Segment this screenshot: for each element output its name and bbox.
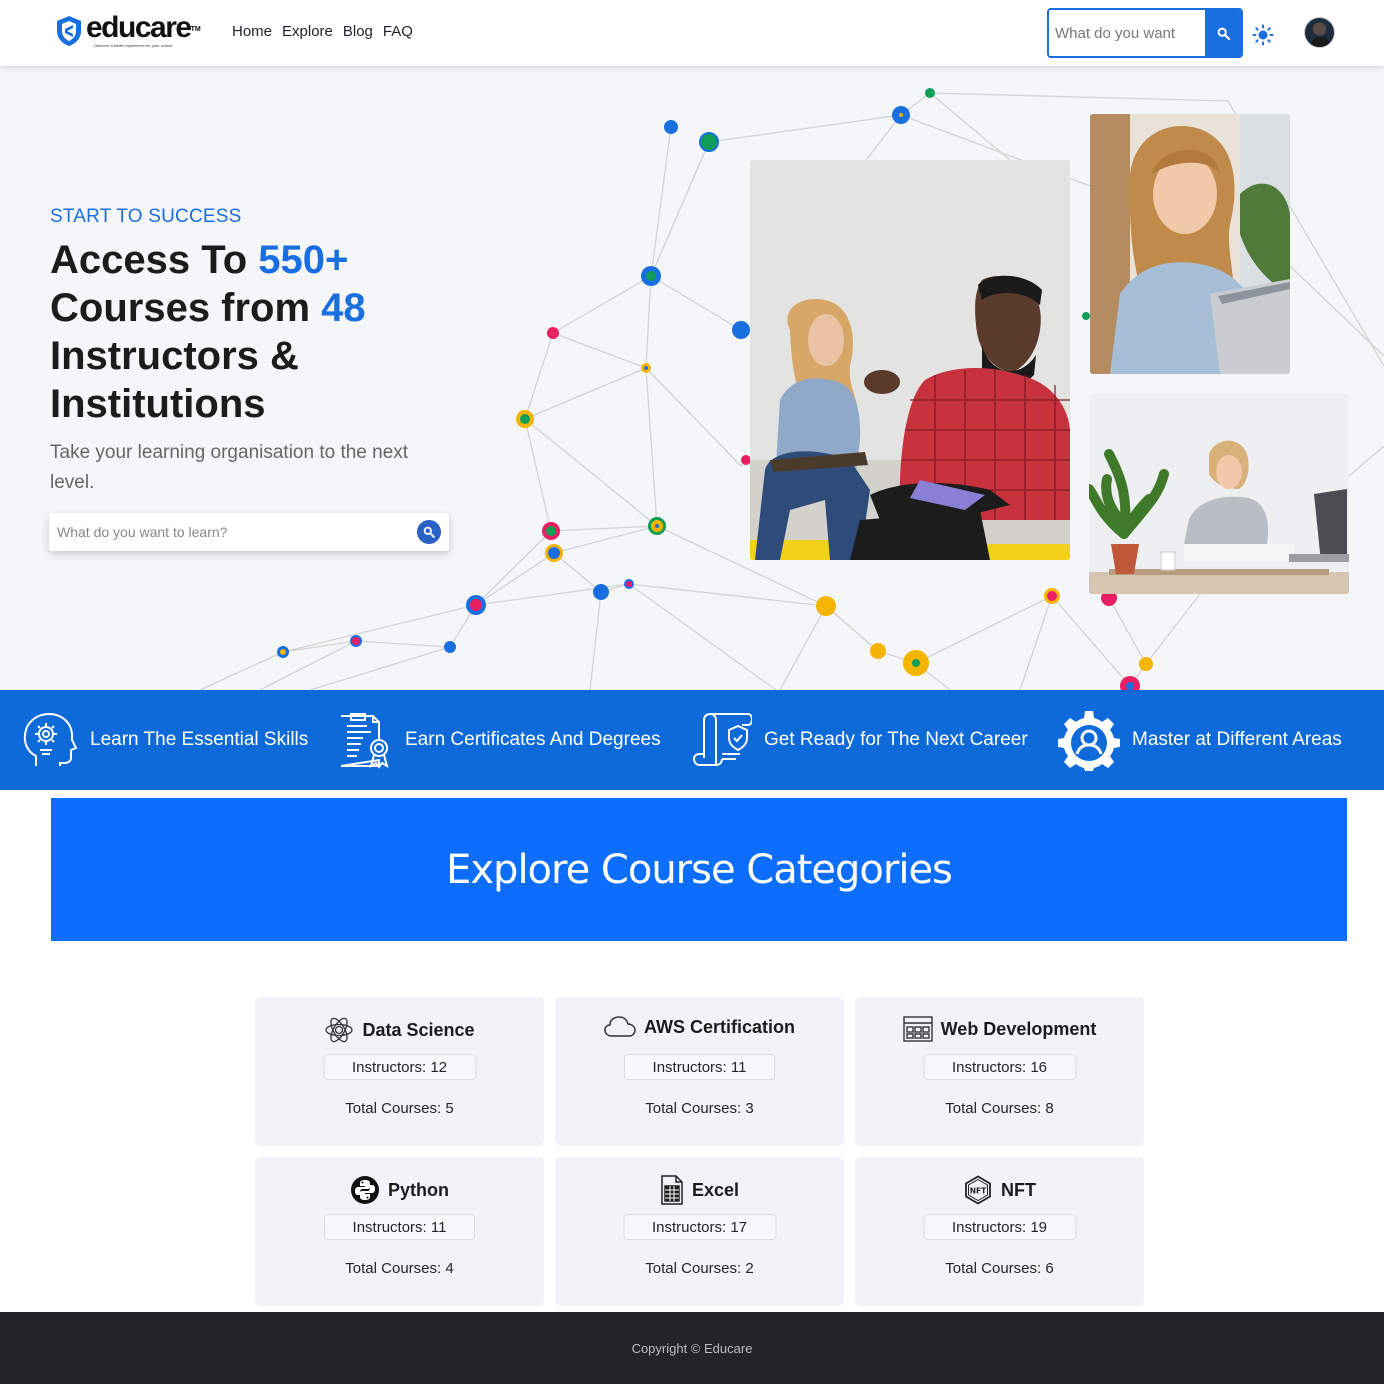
category-total-courses: Total Courses: 4 [345, 1260, 454, 1277]
hero-title-text-2: Courses from [50, 286, 322, 330]
feature-label-master: Master at Different Areas [1132, 729, 1342, 750]
shield-logo-icon [57, 16, 81, 46]
category-card-data-science[interactable]: Data Science Instructors: 12 Total Cours… [255, 997, 544, 1146]
sun-icon[interactable] [1252, 24, 1274, 46]
nav-search-form [1047, 8, 1243, 58]
hero-course-count: 550+ [258, 238, 349, 282]
category-card-nft[interactable]: NFT NFT Instructors: 19 Total Courses: 6 [855, 1157, 1144, 1306]
head-gear-icon [23, 712, 78, 766]
hero-photo-writing-student [1089, 394, 1349, 594]
hero-search-input[interactable] [49, 513, 417, 551]
hero-subtitle: Take your learning organisation to the n… [50, 442, 409, 493]
categories-heading: Explore Course Categories [446, 846, 953, 893]
category-title: Excel [691, 1179, 740, 1200]
nav-link-faq[interactable]: FAQ [383, 23, 413, 40]
nav-link-home[interactable]: Home [232, 23, 272, 40]
feature-label-learn: Learn The Essential Skills [90, 729, 309, 750]
category-card-python[interactable]: Python Instructors: 11 Total Courses: 4 [255, 1157, 544, 1306]
category-card-web-development[interactable]: Web Development Instructors: 16 Total Co… [855, 997, 1144, 1146]
nav-link-explore[interactable]: Explore [282, 23, 333, 40]
hero-search-form [49, 513, 449, 551]
nav-search-button[interactable] [1205, 10, 1241, 56]
feature-earn-certificates: Earn Certificates And Degrees [333, 690, 661, 790]
hero-title-text-3: Instructors & Institutions [50, 334, 299, 426]
category-instructors-badge: Instructors: 12 [322, 1054, 477, 1080]
category-instructors-badge: Instructors: 17 [622, 1214, 777, 1240]
category-total-courses: Total Courses: 6 [945, 1260, 1054, 1277]
nft-hexagon-icon: NFT [965, 1175, 991, 1205]
category-total-courses: Total Courses: 5 [345, 1100, 454, 1117]
certificate-icon [340, 713, 389, 769]
category-title: NFT [1001, 1179, 1036, 1200]
hero-section: START TO SUCCESS Access To 550+ Courses … [0, 66, 1384, 690]
browser-window-icon [902, 1016, 933, 1042]
category-total-courses: Total Courses: 3 [645, 1100, 754, 1117]
python-icon [351, 1176, 379, 1204]
nav-link-blog[interactable]: Blog [343, 23, 373, 40]
category-card-aws[interactable]: AWS Certification Instructors: 11 Total … [555, 997, 844, 1146]
gear-user-icon [1058, 711, 1120, 771]
atom-icon [325, 1017, 354, 1043]
feature-label-certificates: Earn Certificates And Degrees [405, 729, 661, 750]
nav-search-input[interactable] [1049, 10, 1205, 56]
feature-career-ready: Get Ready for The Next Career [692, 690, 1028, 790]
hero-title-text-1: Access To [50, 238, 259, 282]
feature-learn-skills: Learn The Essential Skills [18, 690, 308, 790]
category-instructors-badge: Instructors: 11 [623, 1054, 776, 1080]
navbar: educareTM Discover a better experience f… [0, 0, 1384, 66]
brand-name: educare [86, 11, 192, 44]
search-icon [423, 526, 435, 538]
hero-title: Access To 550+ Courses from 48 Instructo… [50, 236, 470, 428]
hero-photo-laptop-student [1090, 114, 1290, 374]
category-title: Data Science [362, 1019, 475, 1040]
category-card-excel[interactable]: Excel Instructors: 17 Total Courses: 2 [555, 1157, 844, 1306]
feature-strip: Learn The Essential Skills Earn Certific… [0, 690, 1384, 790]
category-instructors-badge: Instructors: 19 [922, 1214, 1077, 1240]
category-total-courses: Total Courses: 8 [945, 1100, 1054, 1117]
hero-photo-discussion [750, 160, 1070, 560]
category-total-courses: Total Courses: 2 [645, 1260, 754, 1277]
search-icon [1217, 27, 1230, 40]
category-instructors-badge: Instructors: 16 [922, 1054, 1077, 1080]
category-title: AWS Certification [643, 1016, 795, 1037]
footer-copyright: Copyright © Educare [631, 1340, 753, 1356]
hero-search-button[interactable] [417, 520, 441, 544]
svg-text:NFT: NFT [970, 1187, 987, 1196]
brand-logo[interactable]: educareTM Discover a better experience f… [56, 11, 201, 48]
hero-instructor-count: 48 [321, 286, 366, 330]
main-nav: Home Explore Blog FAQ [232, 23, 413, 40]
spreadsheet-icon [661, 1175, 683, 1205]
feature-label-career: Get Ready for The Next Career [764, 729, 1028, 750]
feature-master-areas: Master at Different Areas [1058, 690, 1342, 790]
hero-eyebrow: START TO SUCCESS [50, 206, 242, 227]
category-instructors-badge: Instructors: 11 [323, 1214, 476, 1240]
category-title: Web Development [940, 1018, 1097, 1039]
cloud-icon [604, 1016, 636, 1037]
user-avatar[interactable] [1304, 17, 1335, 48]
categories-banner: Explore Course Categories [51, 798, 1347, 941]
scroll-shield-icon [692, 713, 752, 766]
footer: Copyright © Educare [0, 1312, 1384, 1384]
brand-trademark: TM [190, 26, 201, 33]
category-title: Python [388, 1179, 449, 1200]
